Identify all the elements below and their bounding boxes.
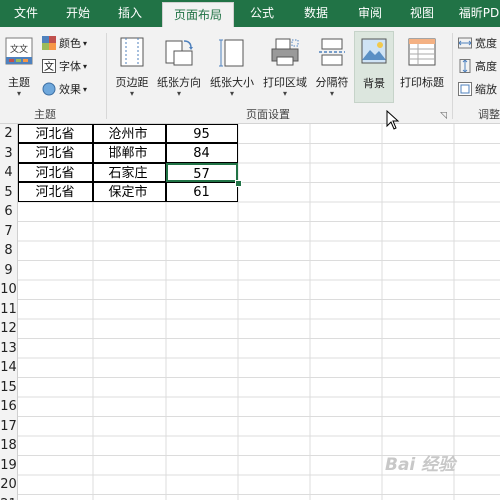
- margins-label: 页边距: [115, 76, 149, 89]
- breaks-label: 分隔符: [315, 76, 349, 89]
- row-header[interactable]: 15: [0, 377, 18, 397]
- print-titles-label: 打印标题: [400, 76, 444, 89]
- cell-province[interactable]: 河北省: [17, 162, 93, 182]
- themes-label: 主题: [8, 76, 30, 89]
- fonts-button[interactable]: 文 字体 ▾: [42, 58, 87, 76]
- row-header[interactable]: 20: [0, 475, 18, 495]
- page-break-icon: [319, 37, 345, 67]
- orientation-chevron-down-icon: ▾: [176, 89, 181, 98]
- scale-icon: [458, 82, 472, 96]
- background-label: 背景: [363, 77, 385, 90]
- width-arrows-icon: [458, 36, 472, 50]
- orientation-label: 纸张方向: [157, 76, 201, 89]
- cell-province[interactable]: 河北省: [17, 143, 93, 163]
- row-header[interactable]: 18: [0, 436, 18, 456]
- row-header[interactable]: 5: [0, 182, 18, 202]
- row-header[interactable]: 17: [0, 416, 18, 436]
- font-icon: 文: [42, 59, 56, 73]
- tab-insert[interactable]: 插入: [110, 0, 150, 27]
- worksheet-grid[interactable]: 2 河北省 沧州市 95 3 河北省 邯郸市 84 4 河北省 石家庄 57 5 河北省 保定市 61 6 7 8 9…: [0, 124, 500, 500]
- cell-province[interactable]: 河北省: [17, 124, 93, 143]
- row-header[interactable]: 12: [0, 319, 18, 339]
- tab-foxit-pdf[interactable]: 福昕PD: [454, 0, 500, 27]
- margins-icon: [120, 37, 144, 67]
- row-header[interactable]: 7: [0, 221, 18, 241]
- tab-formulas[interactable]: 公式: [242, 0, 282, 27]
- orientation-button[interactable]: 纸张方向 ▾: [154, 31, 204, 103]
- row-header[interactable]: 3: [0, 143, 18, 163]
- page-size-button[interactable]: 纸张大小 ▾: [206, 31, 258, 103]
- effects-icon: [42, 82, 56, 96]
- breaks-chevron-down-icon: ▾: [329, 89, 334, 98]
- group-divider: [452, 33, 453, 119]
- group-divider: [106, 33, 107, 119]
- background-image-icon: [361, 38, 387, 64]
- print-titles-icon: [408, 37, 436, 67]
- row-header[interactable]: 9: [0, 260, 18, 280]
- width-control[interactable]: 宽度: [458, 35, 497, 53]
- cell-city[interactable]: 邯郸市: [92, 143, 166, 163]
- row-header[interactable]: 10: [0, 280, 18, 300]
- print-titles-button[interactable]: 打印标题: [396, 31, 448, 103]
- print-area-button[interactable]: 打印区域 ▾: [259, 31, 311, 103]
- row-header[interactable]: 13: [0, 338, 18, 358]
- row-header[interactable]: 2: [0, 124, 18, 144]
- cell-city[interactable]: 保定市: [92, 182, 166, 202]
- themes-button[interactable]: 文文 主题 ▾: [2, 31, 36, 103]
- print-area-label: 打印区域: [263, 76, 307, 89]
- margins-chevron-down-icon: ▾: [129, 89, 134, 98]
- margins-button[interactable]: 页边距 ▾: [110, 31, 154, 103]
- page-size-label: 纸张大小: [210, 76, 254, 89]
- printer-icon: [270, 37, 300, 67]
- page-size-icon: [219, 37, 245, 67]
- page-setup-dialog-launcher-icon[interactable]: ◹: [440, 111, 447, 121]
- background-button[interactable]: 背景: [354, 31, 394, 103]
- page-size-chevron-down-icon: ▾: [229, 89, 234, 98]
- cell-value[interactable]: 95: [165, 124, 238, 143]
- scale-group-label: 调整: [478, 108, 500, 121]
- themes-chevron-down-icon: ▾: [16, 89, 21, 98]
- row-header[interactable]: 4: [0, 163, 18, 183]
- cell-city[interactable]: 石家庄: [92, 162, 166, 182]
- row-header[interactable]: 19: [0, 455, 18, 475]
- tab-data[interactable]: 数据: [296, 0, 336, 27]
- row-header[interactable]: 11: [0, 299, 18, 319]
- height-arrows-icon: [458, 59, 472, 73]
- height-control[interactable]: 高度: [458, 58, 497, 76]
- active-cell[interactable]: 57: [165, 162, 238, 182]
- page-setup-group-label: 页面设置: [246, 108, 290, 121]
- breaks-button[interactable]: 分隔符 ▾: [312, 31, 352, 103]
- cell-value[interactable]: 84: [165, 143, 238, 163]
- scale-control[interactable]: 缩放: [458, 81, 497, 99]
- svg-text:文: 文: [44, 60, 54, 73]
- effects-button[interactable]: 效果 ▾: [42, 81, 87, 99]
- baidu-watermark: Bai 经验: [385, 455, 456, 475]
- tab-file[interactable]: 文件: [6, 0, 46, 27]
- print-area-chevron-down-icon: ▾: [282, 89, 287, 98]
- row-header[interactable]: 6: [0, 202, 18, 222]
- row-header[interactable]: 16: [0, 397, 18, 417]
- cell-province[interactable]: 河北省: [17, 182, 93, 202]
- palette-icon: [42, 36, 56, 50]
- tab-page-layout[interactable]: 页面布局: [162, 2, 234, 27]
- colors-button[interactable]: 颜色 ▾: [42, 35, 87, 53]
- fill-handle[interactable]: [235, 179, 242, 187]
- tab-review[interactable]: 审阅: [350, 0, 390, 27]
- cell-value[interactable]: 61: [165, 182, 238, 202]
- tab-view[interactable]: 视图: [402, 0, 442, 27]
- themes-group-label: 主题: [34, 108, 56, 121]
- cell-city[interactable]: 沧州市: [92, 124, 166, 143]
- svg-text:文文: 文文: [10, 43, 28, 55]
- row-header[interactable]: 8: [0, 241, 18, 261]
- row-header[interactable]: 14: [0, 358, 18, 378]
- themes-icon: 文文: [5, 37, 33, 65]
- orientation-icon: [164, 37, 194, 67]
- tab-home[interactable]: 开始: [58, 0, 98, 27]
- ribbon: 文文 主题 ▾ 颜色▾ 文 字体▾ 效果▾ 主题 页边距 ▾ 纸张方向 ▾: [0, 27, 500, 130]
- row-header[interactable]: 21: [0, 494, 18, 500]
- ribbon-tab-bar: 文件 开始 插入 页面布局 公式 数据 审阅 视图 福昕PD: [0, 0, 500, 27]
